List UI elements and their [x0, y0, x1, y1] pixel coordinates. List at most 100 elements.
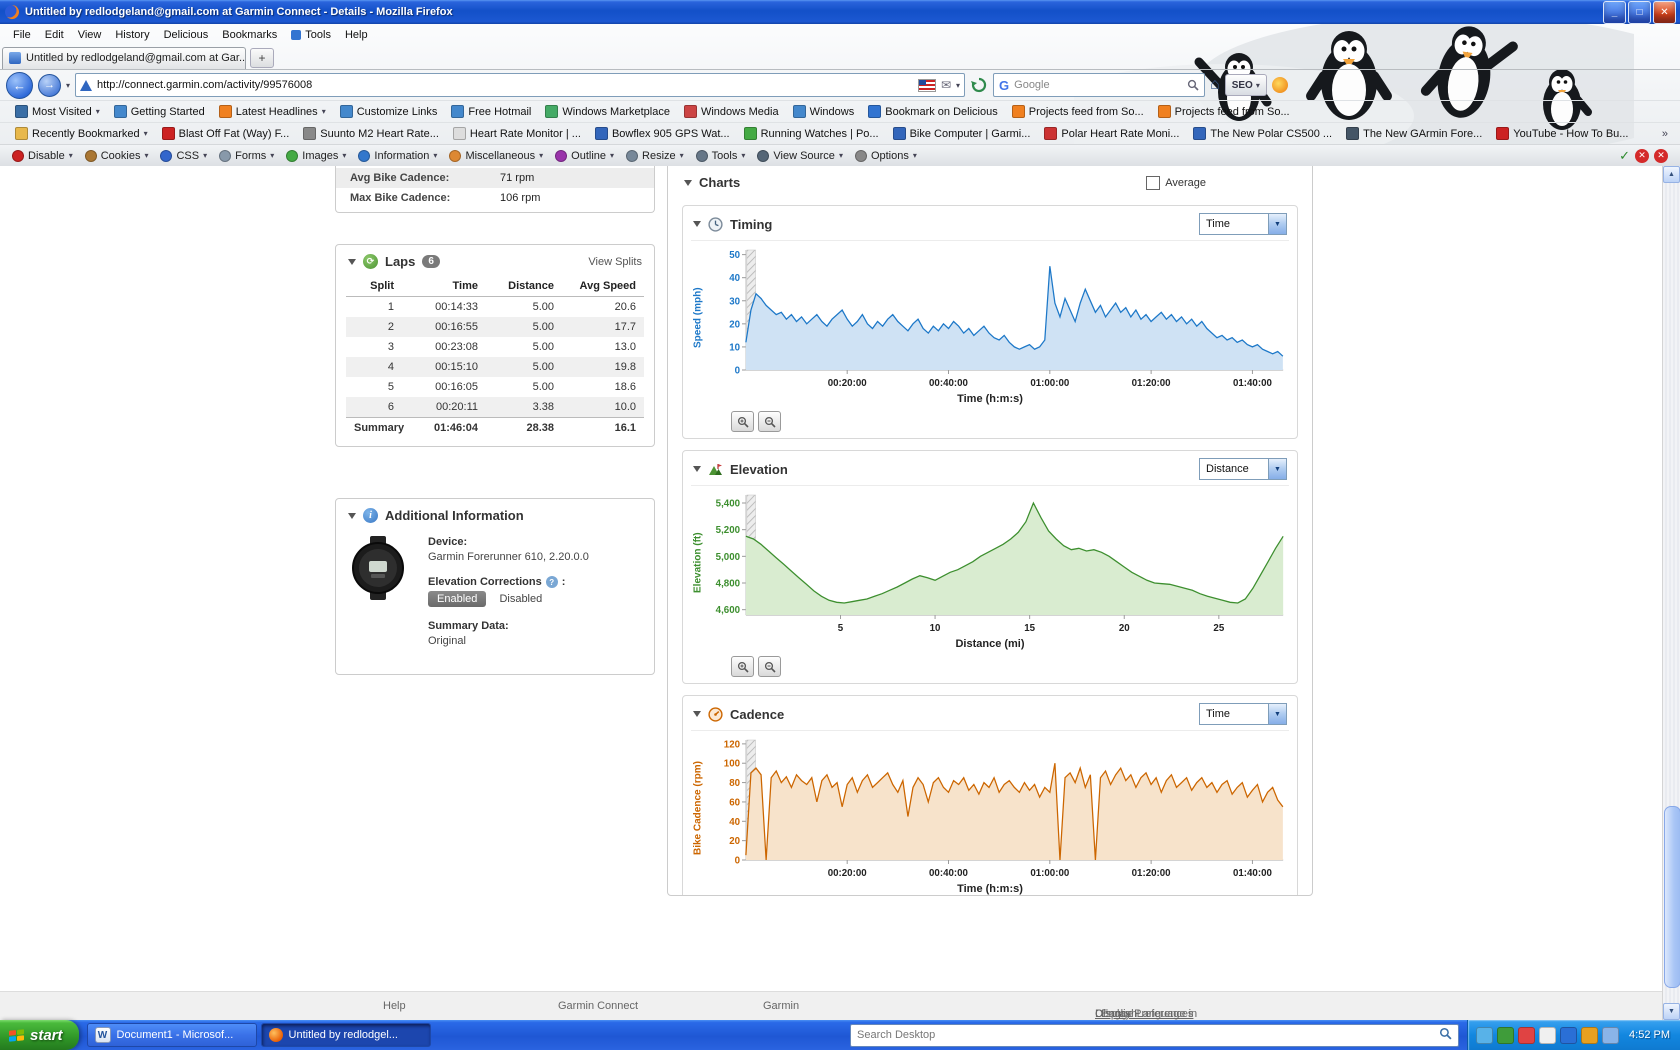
- tray-shield-icon[interactable]: [1497, 1027, 1514, 1044]
- zoom-out-button[interactable]: [758, 656, 781, 677]
- tray-network-icon[interactable]: [1476, 1027, 1493, 1044]
- desktop-search-input[interactable]: Search Desktop: [850, 1024, 1459, 1047]
- scroll-up-arrow[interactable]: ▲: [1663, 166, 1680, 183]
- laps-table-row[interactable]: 2 00:16:55 5.00 17.7: [346, 317, 644, 337]
- url-dropdown-icon[interactable]: ▾: [956, 81, 960, 90]
- collapse-triangle-icon[interactable]: [348, 259, 356, 265]
- vertical-scrollbar[interactable]: ▲ ▼: [1662, 166, 1680, 1020]
- devtoolbar-menu[interactable]: Cookies ▾: [79, 150, 155, 162]
- search-bar[interactable]: G Google: [993, 73, 1205, 97]
- mail-icon[interactable]: ✉: [941, 78, 951, 92]
- menu-item[interactable]: Delicious: [157, 27, 216, 43]
- menu-item[interactable]: View: [71, 27, 109, 43]
- menu-item[interactable]: History: [108, 27, 156, 43]
- js-error-icon[interactable]: ✕: [1635, 149, 1649, 163]
- bookmark-item[interactable]: Free Hotmail: [444, 105, 538, 118]
- zoom-in-button[interactable]: [731, 656, 754, 677]
- zoom-in-button[interactable]: [731, 411, 754, 432]
- bookmark-item[interactable]: The New Polar CS500 ...: [1186, 127, 1339, 140]
- footer-help-link[interactable]: Help: [383, 1000, 406, 1012]
- laps-table-row[interactable]: 4 00:15:10 5.00 19.8: [346, 357, 644, 377]
- minimize-button[interactable]: _: [1603, 1, 1626, 24]
- devtoolbar-menu[interactable]: Options ▾: [849, 150, 923, 162]
- bookmark-item[interactable]: The New GArmin Fore...: [1339, 127, 1489, 140]
- search-engine-label[interactable]: Google: [1014, 79, 1049, 91]
- url-text[interactable]: http://connect.garmin.com/activity/99576…: [97, 79, 913, 91]
- laps-table-row[interactable]: 3 00:23:08 5.00 13.0: [346, 337, 644, 357]
- bookmark-item[interactable]: Bookmark on Delicious: [861, 105, 1005, 118]
- elevation-axis-select[interactable]: Distance ▼: [1199, 458, 1287, 480]
- tray-volume-icon[interactable]: [1602, 1027, 1619, 1044]
- menu-item[interactable]: Tools: [284, 27, 338, 43]
- new-tab-button[interactable]: +: [250, 48, 274, 68]
- bookmark-item[interactable]: Customize Links: [333, 105, 445, 118]
- bookmark-item[interactable]: Getting Started: [107, 105, 212, 118]
- bookmark-item[interactable]: Projects feed from So...: [1005, 105, 1151, 118]
- collapse-triangle-icon[interactable]: [693, 711, 701, 717]
- view-splits-link[interactable]: View Splits: [588, 256, 642, 268]
- bookmark-item[interactable]: Polar Heart Rate Moni...: [1037, 127, 1186, 140]
- devtoolbar-menu[interactable]: CSS ▾: [154, 150, 213, 162]
- devtoolbar-menu[interactable]: Disable ▾: [6, 150, 79, 162]
- tray-update-icon[interactable]: [1581, 1027, 1598, 1044]
- collapse-triangle-icon[interactable]: [693, 221, 701, 227]
- bookmark-item[interactable]: Windows Marketplace: [538, 105, 677, 118]
- home-icon[interactable]: ⌂: [1210, 76, 1220, 94]
- laps-table-row[interactable]: 5 00:16:05 5.00 18.6: [346, 377, 644, 397]
- bookmark-item[interactable]: Recently Bookmarked ▾: [8, 127, 155, 140]
- bookmark-item[interactable]: Heart Rate Monitor | ...: [446, 127, 588, 140]
- search-icon[interactable]: [1439, 1027, 1452, 1043]
- browser-tab[interactable]: Untitled by redlodgeland@gmail.com at Ga…: [2, 47, 246, 69]
- footer-garmin-link[interactable]: Garmin: [763, 1000, 799, 1012]
- enabled-toggle-button[interactable]: Enabled: [428, 591, 486, 607]
- elevation-chart-plot[interactable]: 4,6004,8005,0005,2005,400510152025: [705, 489, 1289, 637]
- collapse-triangle-icon[interactable]: [693, 466, 701, 472]
- timing-axis-select[interactable]: Time ▼: [1199, 213, 1287, 235]
- bookmark-item[interactable]: Blast Off Fat (Way) F...: [155, 127, 297, 140]
- menu-item[interactable]: Help: [338, 27, 375, 43]
- help-icon[interactable]: ?: [546, 576, 558, 588]
- seo-toolbar-button[interactable]: SEO▾: [1225, 74, 1267, 96]
- bookmark-item[interactable]: YouTube - How To Bu...: [1489, 127, 1635, 140]
- scroll-down-arrow[interactable]: ▼: [1663, 1003, 1680, 1020]
- close-button[interactable]: ✕: [1653, 1, 1676, 24]
- tray-window-icon[interactable]: [1539, 1027, 1556, 1044]
- bookmark-item[interactable]: Windows: [786, 105, 862, 118]
- search-go-icon[interactable]: [1187, 79, 1199, 91]
- devtoolbar-menu[interactable]: Information ▾: [352, 150, 443, 162]
- bookmark-item[interactable]: Running Watches | Po...: [737, 127, 886, 140]
- history-dropdown-icon[interactable]: ▾: [66, 81, 70, 90]
- zoom-out-button[interactable]: [758, 411, 781, 432]
- window-titlebar[interactable]: Untitled by redlodgeland@gmail.com at Ga…: [0, 0, 1680, 24]
- menu-item[interactable]: Edit: [38, 27, 71, 43]
- average-checkbox[interactable]: [1146, 176, 1160, 190]
- bookmark-item[interactable]: Bike Computer | Garmi...: [886, 127, 1038, 140]
- taskbar-window-button[interactable]: Untitled by redlodgel...: [261, 1023, 431, 1047]
- maximize-button[interactable]: □: [1628, 1, 1651, 24]
- bookmark-item[interactable]: Projects feed from So...: [1151, 105, 1297, 118]
- devtoolbar-menu[interactable]: Images ▾: [280, 150, 352, 162]
- us-flag-icon[interactable]: [918, 79, 936, 92]
- timing-chart-plot[interactable]: 0102030405000:20:0000:40:0001:00:0001:20…: [705, 244, 1289, 392]
- css-error-icon[interactable]: ✕: [1654, 149, 1668, 163]
- bookmark-item[interactable]: Most Visited ▾: [8, 105, 107, 118]
- forward-button[interactable]: →: [38, 74, 61, 97]
- tray-alert-icon[interactable]: [1518, 1027, 1535, 1044]
- devtoolbar-menu[interactable]: Forms ▾: [213, 150, 280, 162]
- collapse-triangle-icon[interactable]: [348, 513, 356, 519]
- laps-table-row[interactable]: 1 00:14:33 5.00 20.6: [346, 297, 644, 317]
- devtoolbar-menu[interactable]: View Source ▾: [751, 150, 849, 162]
- cadence-axis-select[interactable]: Time ▼: [1199, 703, 1287, 725]
- footer-garmin-connect-link[interactable]: Garmin Connect: [558, 1000, 638, 1012]
- menu-item[interactable]: File: [6, 27, 38, 43]
- devtoolbar-menu[interactable]: Miscellaneous ▾: [443, 150, 549, 162]
- taskbar-window-button[interactable]: W Document1 - Microsof...: [87, 1023, 257, 1047]
- collapse-triangle-icon[interactable]: [684, 180, 692, 186]
- bookmark-item[interactable]: Windows Media: [677, 105, 786, 118]
- devtoolbar-menu[interactable]: Tools ▾: [690, 150, 752, 162]
- bookmark-item[interactable]: Suunto M2 Heart Rate...: [296, 127, 446, 140]
- bookmark-item[interactable]: Latest Headlines ▾: [212, 105, 333, 118]
- menu-item[interactable]: Bookmarks: [215, 27, 284, 43]
- disabled-toggle-label[interactable]: Disabled: [499, 593, 542, 605]
- bookmarks-overflow-chevron[interactable]: »: [1658, 128, 1672, 140]
